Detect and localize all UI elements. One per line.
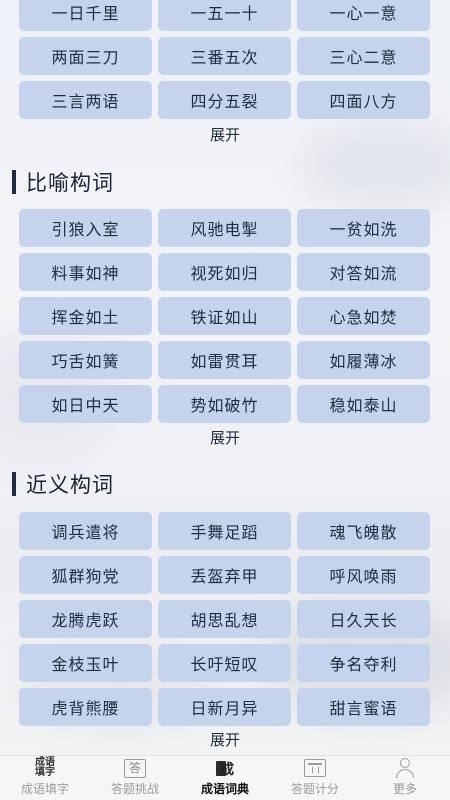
idiom-button[interactable]: 调兵遣将 xyxy=(19,512,152,550)
background-scene: 一日千里 一五一十 一心一意 两面三刀 三番五次 三心二意 三言两语 四分五裂 四面八方 展开 … xyxy=(0,0,450,755)
idiom-button[interactable]: 虎背熊腰 xyxy=(19,688,152,726)
idiom-button[interactable]: 争名夺利 xyxy=(297,644,430,682)
idiom-button[interactable]: 四分五裂 xyxy=(158,81,291,119)
idiom-button[interactable]: 日久天长 xyxy=(297,600,430,638)
idiom-grid-synonym: 调兵遣将 手舞足蹈 魂飞魄散狐群狗党 丢盔弃甲 呼风唤雨龙腾虎跃 胡思乱想 日久天长金枝玉叶… xyxy=(19,512,431,726)
dictionary-icon: 成 xyxy=(214,757,236,779)
idiom-button[interactable]: 龙腾虎跃 xyxy=(19,600,152,638)
idiom-button[interactable]: 挥金如土 xyxy=(19,297,152,335)
tab-idiom-dictionary[interactable]: 成 成语词典 xyxy=(180,756,270,800)
tab-score[interactable]: 答题计分 xyxy=(270,756,360,800)
section-accent-bar xyxy=(12,170,16,194)
idiom-button[interactable]: 日新月异 xyxy=(158,688,291,726)
tab-label: 更多 xyxy=(392,782,417,796)
idiom-button[interactable]: 手舞足蹈 xyxy=(158,512,291,550)
dictionary-icon-char: 成 xyxy=(220,762,234,778)
idiom-grid-metaphor: 引狼入室 风驰电掣 一贫如洗料事如神 视死如归 对答如流挥金如土 铁证如山 心急如焚巧舌如簧… xyxy=(19,209,431,423)
tab-label: 答题挑战 xyxy=(110,782,159,796)
bottom-tab-bar: 成语 填字 成语填字 答 答题挑战 成 成语词典 答题计分 更多 xyxy=(0,755,450,800)
idiom-button[interactable]: 铁证如山 xyxy=(158,297,291,335)
idiom-button[interactable]: 如雷贯耳 xyxy=(158,341,291,379)
expand-button[interactable]: 展开 xyxy=(0,729,450,750)
idiom-button[interactable]: 丢盔弃甲 xyxy=(158,556,291,594)
expand-button[interactable]: 展开 xyxy=(0,427,450,448)
tab-label: 答题计分 xyxy=(290,782,339,796)
idiom-button[interactable]: 稳如泰山 xyxy=(297,385,430,423)
section-header-metaphor: 比喻构词 xyxy=(12,168,114,196)
idiom-button[interactable]: 势如破竹 xyxy=(158,385,291,423)
idiom-grid-numbers: 一日千里 一五一十 一心一意两面三刀 三番五次 三心二意三言两语 四分五裂 四面八方 xyxy=(19,0,431,119)
user-icon-glyph xyxy=(394,758,416,778)
idiom-button[interactable]: 一心一意 xyxy=(297,0,430,31)
idiom-button[interactable]: 魂飞魄散 xyxy=(297,512,430,550)
user-icon-head xyxy=(400,758,410,768)
tab-more[interactable]: 更多 xyxy=(360,756,450,800)
tab-answer-challenge[interactable]: 答 答题挑战 xyxy=(90,756,180,800)
score-icon-glyph xyxy=(304,759,326,777)
idiom-button[interactable]: 视死如归 xyxy=(158,253,291,291)
section-title: 比喻构词 xyxy=(26,171,114,195)
tab-label: 成语词典 xyxy=(200,782,249,796)
idiom-button[interactable]: 两面三刀 xyxy=(19,37,152,75)
idiom-button[interactable]: 长吁短叹 xyxy=(158,644,291,682)
section-title: 近义构词 xyxy=(26,473,114,497)
idiom-button[interactable]: 三番五次 xyxy=(158,37,291,75)
idiom-button[interactable]: 对答如流 xyxy=(297,253,430,291)
idiom-button[interactable]: 料事如神 xyxy=(19,253,152,291)
idiom-fill-icon-text: 成语 填字 xyxy=(35,757,55,778)
idiom-button[interactable]: 胡思乱想 xyxy=(158,600,291,638)
idiom-button[interactable]: 风驰电掣 xyxy=(158,209,291,247)
section-header-synonym: 近义构词 xyxy=(12,470,114,498)
idiom-fill-icon: 成语 填字 xyxy=(35,757,55,779)
user-icon-body xyxy=(396,769,414,778)
idiom-button[interactable]: 一贫如洗 xyxy=(297,209,430,247)
idiom-button[interactable]: 三言两语 xyxy=(19,81,152,119)
idiom-button[interactable]: 一五一十 xyxy=(158,0,291,31)
idiom-button[interactable]: 金枝玉叶 xyxy=(19,644,152,682)
expand-button[interactable]: 展开 xyxy=(0,124,450,145)
idiom-button[interactable]: 甜言蜜语 xyxy=(297,688,430,726)
answer-challenge-icon: 答 xyxy=(124,757,146,779)
user-icon xyxy=(394,757,416,779)
idiom-button[interactable]: 如履薄冰 xyxy=(297,341,430,379)
score-icon xyxy=(304,757,326,779)
idiom-button[interactable]: 如日中天 xyxy=(19,385,152,423)
tab-label: 成语填字 xyxy=(20,782,69,796)
idiom-button[interactable]: 呼风唤雨 xyxy=(297,556,430,594)
idiom-button[interactable]: 引狼入室 xyxy=(19,209,152,247)
idiom-button[interactable]: 心急如焚 xyxy=(297,297,430,335)
idiom-button[interactable]: 四面八方 xyxy=(297,81,430,119)
idiom-button[interactable]: 三心二意 xyxy=(297,37,430,75)
tab-idiom-fill[interactable]: 成语 填字 成语填字 xyxy=(0,756,90,800)
idiom-button[interactable]: 狐群狗党 xyxy=(19,556,152,594)
dictionary-icon-glyph: 成 xyxy=(214,758,236,778)
idiom-button[interactable]: 一日千里 xyxy=(19,0,152,31)
idiom-button[interactable]: 巧舌如簧 xyxy=(19,341,152,379)
section-accent-bar xyxy=(12,472,16,496)
answer-icon-glyph: 答 xyxy=(124,758,146,778)
